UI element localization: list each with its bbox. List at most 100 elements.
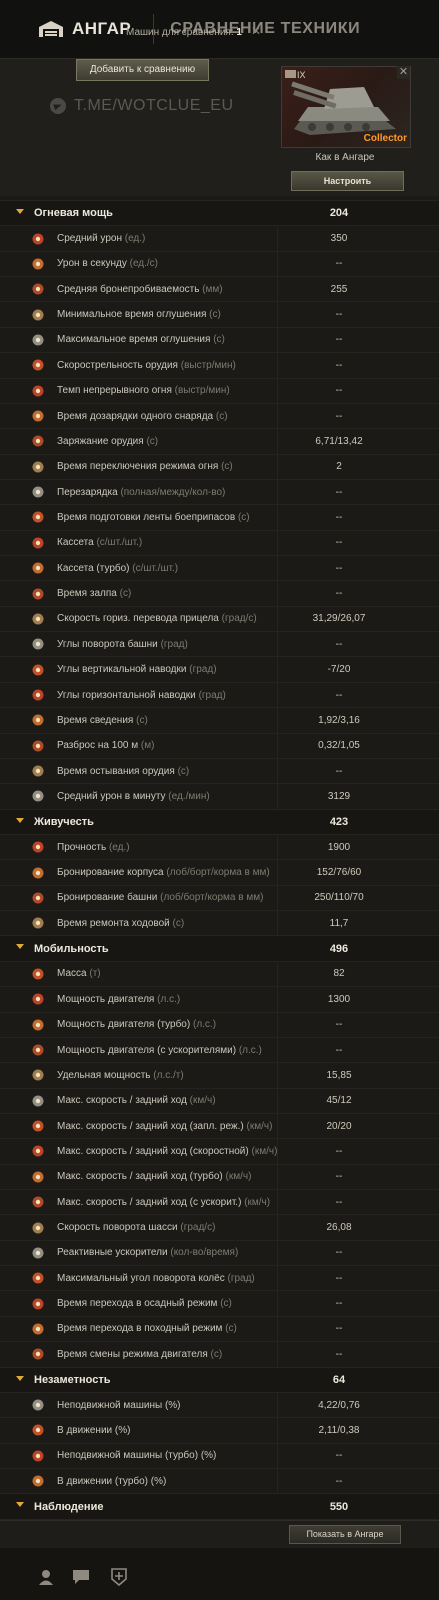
stat-name: Темп непрерывного огня — [57, 385, 172, 397]
category-row: Живучесть 423 — [0, 808, 439, 834]
machines-count: Машин для сравнения: 1 — [126, 27, 242, 38]
stat-unit: (с) — [210, 1348, 223, 1360]
dps-icon — [30, 256, 46, 272]
stat-label: Урон в секунду (ед./с) — [57, 258, 158, 269]
stat-value: -- — [335, 588, 343, 600]
stat-unit: (м) — [140, 740, 155, 752]
camo-moving-turbo-icon — [30, 1473, 46, 1489]
hp-icon — [30, 839, 46, 855]
stat-value: -- — [335, 1450, 343, 1462]
stat-label: Макс. скорость / задний ход (скоростной)… — [57, 1146, 277, 1157]
chevron-down-icon[interactable] — [16, 1502, 24, 1508]
chevron-down-icon[interactable] — [16, 209, 24, 214]
stat-name: Время перехода в осадный режим — [57, 1298, 218, 1310]
hull-traverse-icon — [30, 1220, 46, 1236]
stat-label: Время остывания орудия (с) — [57, 766, 189, 777]
stat-label: Углы вертикальной наводки (град) — [57, 664, 217, 675]
category-label[interactable]: Огневая мощь — [34, 207, 113, 219]
machines-count-value: 1 — [236, 27, 242, 38]
stat-label: Средний урон в минуту (ед./мин) — [57, 791, 210, 802]
chevron-down-icon[interactable] — [16, 1375, 24, 1381]
dpm-icon — [30, 788, 46, 804]
stat-row: Средний урон в минуту (ед./мин) 3129 — [0, 783, 439, 808]
show-in-hangar-button[interactable]: Показать в Ангаре — [289, 1525, 401, 1544]
category-value: 64 — [332, 1373, 346, 1386]
category-value: 423 — [329, 815, 349, 828]
stat-row: Мощность двигателя (турбо) (л.с.) -- — [0, 1011, 439, 1037]
stat-value: -- — [335, 1247, 343, 1259]
stat-name: Время залпа — [57, 588, 117, 600]
chevron-down-icon[interactable] — [16, 944, 24, 950]
hangar-icon[interactable] — [38, 19, 64, 39]
stat-row: Скорострельность орудия (выстр/мин) -- — [0, 352, 439, 377]
close-icon[interactable]: ✕ — [251, 24, 261, 38]
stat-row: Время дозарядки одного снаряда (с) -- — [0, 402, 439, 428]
stat-value: 152/76/60 — [316, 867, 362, 879]
elevation-icon — [30, 662, 46, 678]
stat-unit: (с) — [213, 334, 225, 346]
stat-name: Углы вертикальной наводки — [57, 664, 187, 676]
weight-icon — [30, 966, 46, 982]
chat-icon[interactable] — [72, 1568, 90, 1586]
stat-value: -- — [335, 410, 343, 422]
stat-value: 2,11/0,38 — [318, 1424, 360, 1436]
stat-row: Реактивные ускорители (кол-во/время) -- — [0, 1239, 439, 1265]
stat-label: Время ремонта ходовой (с) — [57, 918, 184, 929]
stat-row: Максимальное время оглушения (с) -- — [0, 326, 439, 352]
aim-time-icon — [30, 712, 46, 728]
stat-row: Кассета (с/шт./шт.) -- — [0, 529, 439, 555]
stat-label: Макс. скорость / задний ход (запл. реж.)… — [57, 1121, 272, 1132]
stat-unit: (ед./с) — [129, 258, 159, 270]
category-label[interactable]: Незаметность — [34, 1374, 110, 1386]
speed-siege-icon — [30, 1118, 46, 1134]
stat-label: Максимальный угол поворота колёс (град) — [57, 1273, 255, 1284]
vehicle-config-label: Как в Ангаре — [315, 152, 375, 163]
stat-value: 2 — [336, 461, 342, 473]
stat-row: Неподвижной машины (%) 4,22/0,76 — [0, 1391, 439, 1417]
stat-value: -- — [335, 486, 343, 498]
category-label[interactable]: Наблюдение — [34, 1501, 103, 1513]
category-label[interactable]: Живучесть — [34, 816, 94, 828]
stat-name: Мощность двигателя (с ускорителями) — [57, 1044, 237, 1056]
stat-value: 350 — [330, 233, 348, 245]
add-to-compare-button[interactable]: Добавить к сравнению — [76, 59, 209, 81]
stat-unit: (л.с.) — [238, 1044, 262, 1056]
stat-row: Заряжание орудия (с) 6,71/13,42 — [0, 428, 439, 453]
stat-row: Масса (т) 82 — [0, 960, 439, 986]
stat-value: 255 — [330, 283, 348, 295]
stat-label: Заряжание орудия (с) — [57, 436, 158, 447]
remove-vehicle-icon[interactable]: ✕ — [397, 66, 410, 79]
stat-label: Время перехода в осадный режим (с) — [57, 1298, 232, 1309]
stat-value: -- — [335, 689, 343, 701]
stat-value: 1900 — [327, 841, 351, 853]
hangar-link[interactable]: АНГАР — [72, 19, 131, 39]
stat-unit: (км/ч) — [225, 1171, 252, 1183]
stat-row: Время подготовки ленты боеприпасов (с) -- — [0, 504, 439, 529]
setup-button[interactable]: Настроить — [291, 171, 404, 191]
horizontal-aim-icon — [30, 687, 46, 703]
stat-value: 0,32/1,05 — [318, 740, 360, 752]
stat-unit: (ед.) — [108, 841, 130, 853]
stat-value: 45/12 — [326, 1095, 352, 1107]
profile-icon[interactable] — [37, 1568, 55, 1586]
stat-row: Время ремонта ходовой (с) 11,7 — [0, 910, 439, 935]
stat-unit: (с/шт./шт.) — [132, 562, 179, 574]
stat-name: Средний урон — [57, 233, 122, 245]
stat-unit: (град/с) — [180, 1222, 216, 1234]
stun-min-icon — [30, 307, 46, 323]
vehicle-card[interactable]: IX Collector — [281, 66, 411, 148]
stat-row: Урон в секунду (ед./с) -- — [0, 250, 439, 276]
stat-value: -- — [335, 385, 343, 397]
stat-row: Макс. скорость / задний ход (км/ч) 45/12 — [0, 1087, 439, 1113]
stat-label: Разброс на 100 м (м) — [57, 740, 154, 751]
chevron-down-icon[interactable] — [16, 817, 24, 823]
category-label[interactable]: Мобильность — [34, 943, 109, 955]
stat-label: Время дозарядки одного снаряда (с) — [57, 411, 228, 422]
stat-name: Время смены режима двигателя — [57, 1348, 208, 1360]
stat-row: Время перехода в осадный режим (с) -- — [0, 1290, 439, 1315]
clan-icon[interactable] — [110, 1568, 128, 1587]
stat-row: Средняя бронепробиваемость (мм) 255 — [0, 276, 439, 301]
stat-unit: (с) — [225, 1323, 237, 1335]
stun-max-icon — [30, 332, 46, 348]
stat-name: В движении (турбо) (%) — [57, 1475, 167, 1487]
